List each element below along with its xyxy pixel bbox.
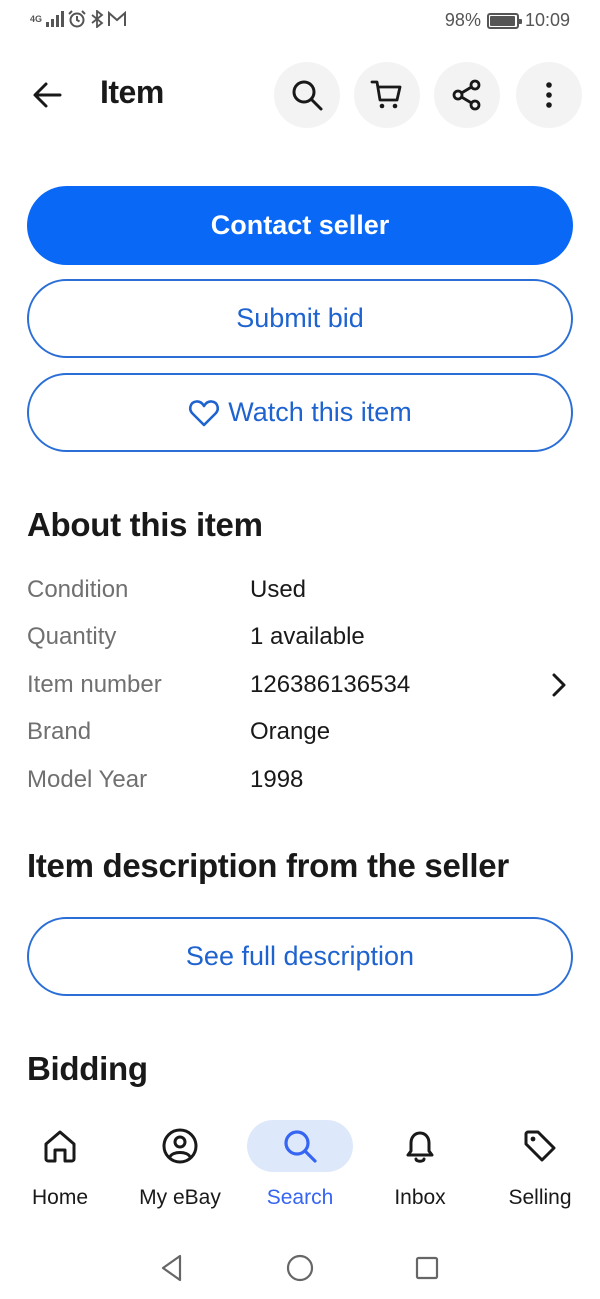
watch-item-button[interactable]: Watch this item: [27, 373, 573, 452]
bidding-section-title: Bidding: [27, 1050, 148, 1087]
spec-row-item-number[interactable]: Item number 126386136534: [27, 665, 573, 705]
spec-value: Used: [250, 576, 307, 603]
spec-label: Model Year: [27, 766, 148, 793]
search-button[interactable]: [274, 62, 340, 128]
spec-value: 1998: [250, 766, 304, 793]
share-button[interactable]: [434, 62, 500, 128]
mail-icon: [108, 11, 127, 26]
clock: 10:09: [524, 10, 570, 30]
system-home-button[interactable]: [280, 1248, 320, 1288]
back-button[interactable]: [24, 72, 70, 118]
alarm-icon: [68, 10, 86, 28]
battery-icon: [486, 12, 522, 29]
status-system: 98% 10:09: [445, 10, 570, 31]
page-title: Item: [100, 74, 164, 110]
about-section-title: About this item: [27, 506, 263, 543]
user-icon: [162, 1128, 198, 1164]
more-options-button[interactable]: [516, 62, 582, 128]
nav-search[interactable]: Search: [240, 1112, 360, 1222]
nav-icon-wrap: [247, 1120, 353, 1172]
submit-bid-button[interactable]: Submit bid: [27, 279, 573, 358]
signal-icon: [46, 11, 65, 27]
status-icons: 4G: [30, 10, 127, 28]
spec-value: 126386136534: [250, 671, 411, 698]
chevron-right-icon: [552, 673, 566, 697]
nav-home[interactable]: Home: [0, 1112, 120, 1222]
nav-label: Inbox: [394, 1186, 446, 1209]
spec-value: Orange: [250, 718, 331, 745]
status-bar: 4G 98% 10:09: [0, 0, 600, 44]
network-type: 4G: [30, 13, 43, 24]
battery-percent: 98%: [444, 10, 481, 30]
system-navigation: [0, 1236, 600, 1296]
see-full-description-button[interactable]: See full description: [27, 917, 573, 996]
spec-label: Item number: [27, 671, 162, 698]
nav-label: My eBay: [139, 1186, 221, 1209]
bluetooth-icon: [91, 10, 104, 28]
circle-home-icon: [286, 1254, 314, 1282]
search-icon: [284, 1130, 317, 1163]
nav-label: Selling: [508, 1186, 572, 1209]
arrow-left-icon: [33, 82, 62, 108]
see-full-description-label: See full description: [185, 941, 415, 971]
spec-row-quantity: Quantity 1 available: [27, 617, 573, 657]
square-recents-icon: [415, 1256, 439, 1280]
contact-seller-label: Contact seller: [210, 210, 390, 240]
nav-label: Search: [266, 1186, 334, 1209]
system-recents-button[interactable]: [407, 1248, 447, 1288]
share-icon: [452, 79, 481, 111]
nav-icon-wrap: [487, 1120, 593, 1172]
bell-icon: [406, 1131, 434, 1163]
app-header: Item: [0, 60, 600, 130]
heart-icon: [189, 399, 220, 426]
spec-row-condition: Condition Used: [27, 570, 573, 610]
contact-seller-button[interactable]: Contact seller: [27, 186, 573, 265]
nav-label: Home: [31, 1186, 89, 1209]
nav-my-ebay[interactable]: My eBay: [120, 1112, 240, 1222]
home-icon: [44, 1130, 76, 1163]
submit-bid-label: Submit bid: [236, 303, 364, 333]
nav-icon-wrap: [7, 1120, 113, 1172]
cart-button[interactable]: [354, 62, 420, 128]
nav-icon-wrap: [367, 1120, 473, 1172]
spec-value: 1 available: [250, 623, 365, 650]
triangle-back-icon: [161, 1254, 182, 1282]
watch-item-label: Watch this item: [228, 397, 412, 427]
spec-row-brand: Brand Orange: [27, 712, 573, 752]
cart-icon: [370, 80, 402, 109]
description-section-title: Item description from the seller: [27, 847, 509, 884]
bottom-navigation: Home My eBay Search Inbox Selling: [0, 1112, 600, 1222]
nav-inbox[interactable]: Inbox: [360, 1112, 480, 1222]
spec-row-model-year: Model Year 1998: [27, 760, 573, 800]
nav-selling[interactable]: Selling: [480, 1112, 600, 1222]
tag-icon: [524, 1130, 556, 1162]
system-back-button[interactable]: [152, 1248, 192, 1288]
more-vertical-icon: [546, 82, 552, 108]
spec-label: Quantity: [27, 623, 117, 650]
spec-label: Brand: [27, 718, 92, 745]
search-icon: [292, 80, 323, 111]
spec-label: Condition: [27, 576, 129, 603]
nav-icon-wrap: [127, 1120, 233, 1172]
